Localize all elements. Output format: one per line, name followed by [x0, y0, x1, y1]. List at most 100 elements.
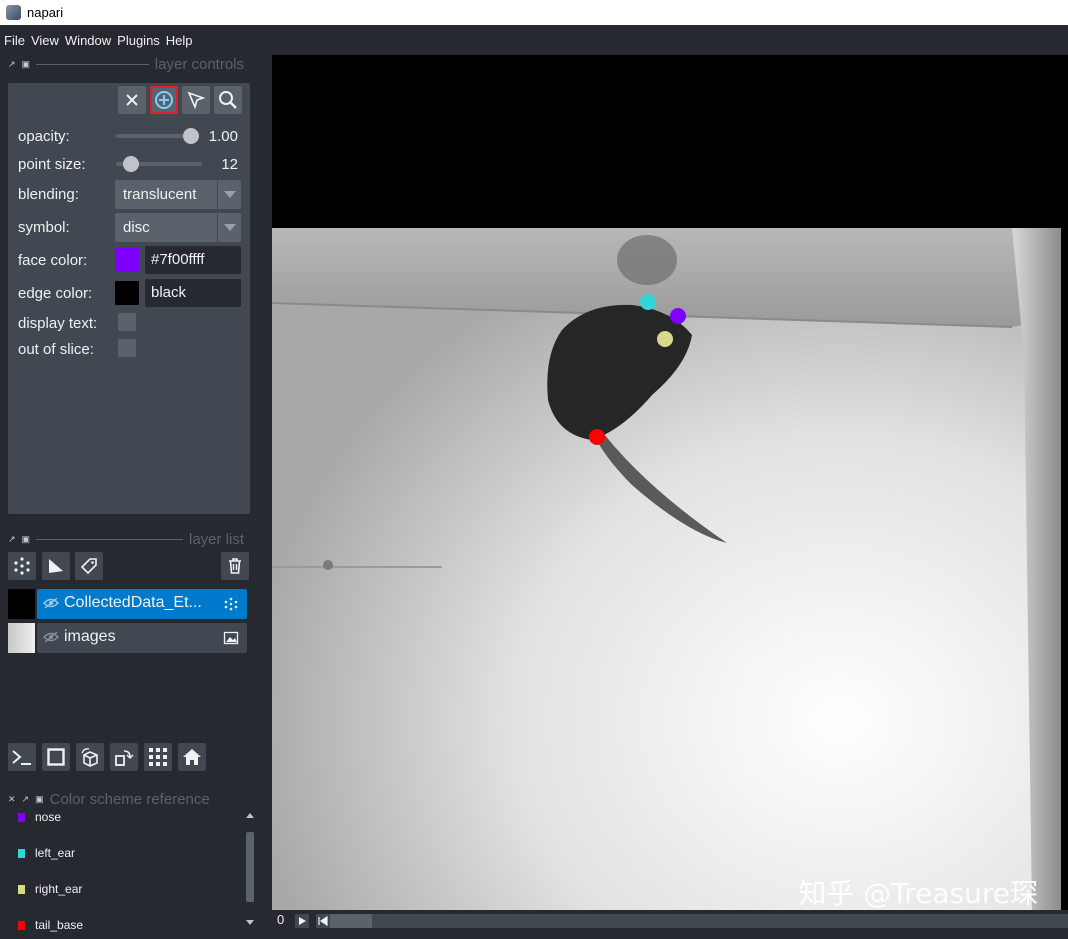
list-item: left_ear	[18, 846, 75, 860]
add-points-button[interactable]	[150, 86, 178, 114]
new-points-layer-button[interactable]	[8, 552, 36, 580]
magnifier-icon	[219, 91, 237, 109]
frame-slider-track[interactable]	[330, 914, 1068, 928]
grid-view-button[interactable]	[144, 743, 172, 771]
layer-thumbnail	[8, 589, 35, 619]
home-button[interactable]	[178, 743, 206, 771]
keypoint-nose[interactable]	[670, 308, 686, 324]
keypoint-label: tail_base	[35, 918, 84, 932]
transpose-dims-button[interactable]	[110, 743, 138, 771]
watermark-text: 知乎 @Treasure琛	[798, 877, 1038, 910]
menu-plugins[interactable]: Plugins	[117, 31, 160, 50]
color-scheme-scrollbar[interactable]	[244, 810, 256, 930]
chevron-down-icon	[217, 180, 241, 209]
color-square	[18, 812, 25, 822]
layer-name: images	[64, 628, 116, 645]
blending-dropdown[interactable]: translucent	[115, 180, 241, 209]
grid-icon	[149, 748, 167, 766]
hide-dock-icon[interactable]: ▣	[22, 59, 31, 70]
new-shapes-layer-button[interactable]	[42, 552, 70, 580]
frame-slider-handle[interactable]	[330, 914, 372, 928]
opacity-label: opacity:	[18, 128, 70, 145]
blending-value: translucent	[123, 186, 197, 203]
layer-item-selected[interactable]: CollectedData_Et...	[37, 589, 247, 619]
list-item: right_ear	[18, 882, 82, 896]
color-square	[18, 884, 25, 894]
layer-item[interactable]: images	[37, 623, 247, 653]
new-labels-layer-button[interactable]	[75, 552, 103, 580]
close-icon	[126, 94, 138, 106]
menu-window[interactable]: Window	[65, 31, 111, 50]
square-icon	[47, 748, 65, 766]
home-icon	[183, 749, 201, 765]
menu-bar: File View Window Plugins Help	[0, 25, 1068, 55]
menu-file[interactable]: File	[4, 31, 25, 50]
scroll-up-icon[interactable]	[244, 810, 256, 820]
color-scheme-list: nose left_ear right_ear tail_base	[8, 808, 244, 933]
point-size-label: point size:	[18, 156, 86, 173]
delete-points-button[interactable]	[118, 86, 146, 114]
floor-spot	[323, 560, 333, 570]
scroll-down-icon[interactable]	[244, 918, 256, 928]
console-button[interactable]	[8, 743, 36, 771]
chevron-down-icon	[217, 213, 241, 242]
hide-dock-icon[interactable]: ▣	[35, 794, 44, 805]
face-color-input[interactable]: #7f00ffff	[145, 246, 241, 274]
list-item: nose	[18, 810, 61, 824]
menu-view[interactable]: View	[31, 31, 59, 50]
float-dock-icon[interactable]: ↗	[8, 534, 16, 545]
hide-dock-icon[interactable]: ▣	[22, 534, 31, 545]
napari-logo-icon	[6, 5, 21, 20]
layer-controls-title: layer controls	[154, 55, 244, 73]
ndisplay-button[interactable]	[42, 743, 70, 771]
pan-zoom-button[interactable]	[214, 86, 242, 114]
trash-icon	[229, 558, 241, 574]
dims-slider-bar: 0	[272, 910, 1068, 939]
edge-color-swatch[interactable]	[115, 281, 139, 305]
viewer-canvas[interactable]: 知乎 @Treasure琛	[272, 55, 1068, 912]
tag-icon	[80, 558, 97, 575]
close-dock-icon[interactable]: ✕	[8, 794, 16, 805]
keypoint-right-ear[interactable]	[657, 331, 673, 347]
point-size-value[interactable]: 12	[204, 156, 238, 173]
float-dock-icon[interactable]: ↗	[22, 794, 30, 805]
face-color-swatch[interactable]	[115, 248, 139, 272]
menu-help[interactable]: Help	[166, 31, 193, 50]
layer-buttons-row	[8, 552, 249, 580]
scrollbar-thumb[interactable]	[246, 832, 254, 902]
list-item: tail_base	[18, 918, 83, 932]
frame-index[interactable]: 0	[277, 912, 284, 927]
eye-icon[interactable]	[43, 631, 59, 643]
title-bar: napari	[0, 0, 1068, 25]
color-scheme-title: Color scheme reference	[49, 790, 210, 808]
symbol-label: symbol:	[18, 219, 70, 236]
viewer-buttons-row	[8, 743, 206, 771]
keypoint-left-ear[interactable]	[640, 294, 656, 310]
play-icon[interactable]	[295, 914, 309, 928]
layer-controls-panel: opacity: 1.00 point size: 12 blending: t…	[8, 83, 250, 514]
dock-separator	[36, 538, 183, 540]
roll-dims-button[interactable]	[76, 743, 104, 771]
keypoint-tail-base[interactable]	[589, 429, 605, 445]
opacity-slider-handle[interactable]	[183, 128, 199, 144]
layer-list-title: layer list	[188, 530, 244, 548]
symbol-dropdown[interactable]: disc	[115, 213, 241, 242]
eye-icon[interactable]	[43, 597, 59, 609]
out-of-slice-label: out of slice:	[18, 341, 94, 358]
layer-row-points[interactable]: CollectedData_Et...	[8, 589, 247, 619]
cube-roll-icon	[81, 748, 98, 767]
symbol-value: disc	[123, 219, 150, 236]
float-dock-icon[interactable]: ↗	[8, 59, 16, 70]
points-icon	[14, 557, 30, 575]
layer-row-images[interactable]: images	[8, 623, 247, 653]
edge-color-input[interactable]: black	[145, 279, 241, 307]
select-points-button[interactable]	[182, 86, 210, 114]
delete-layer-button[interactable]	[221, 552, 249, 580]
display-text-checkbox[interactable]	[118, 313, 136, 331]
keypoint-label: nose	[35, 810, 62, 824]
edge-color-label: edge color:	[18, 285, 93, 302]
point-size-slider-handle[interactable]	[123, 156, 139, 172]
out-of-slice-checkbox[interactable]	[118, 339, 136, 357]
opacity-value: 1.00	[208, 128, 238, 145]
skip-start-icon[interactable]	[316, 914, 330, 928]
